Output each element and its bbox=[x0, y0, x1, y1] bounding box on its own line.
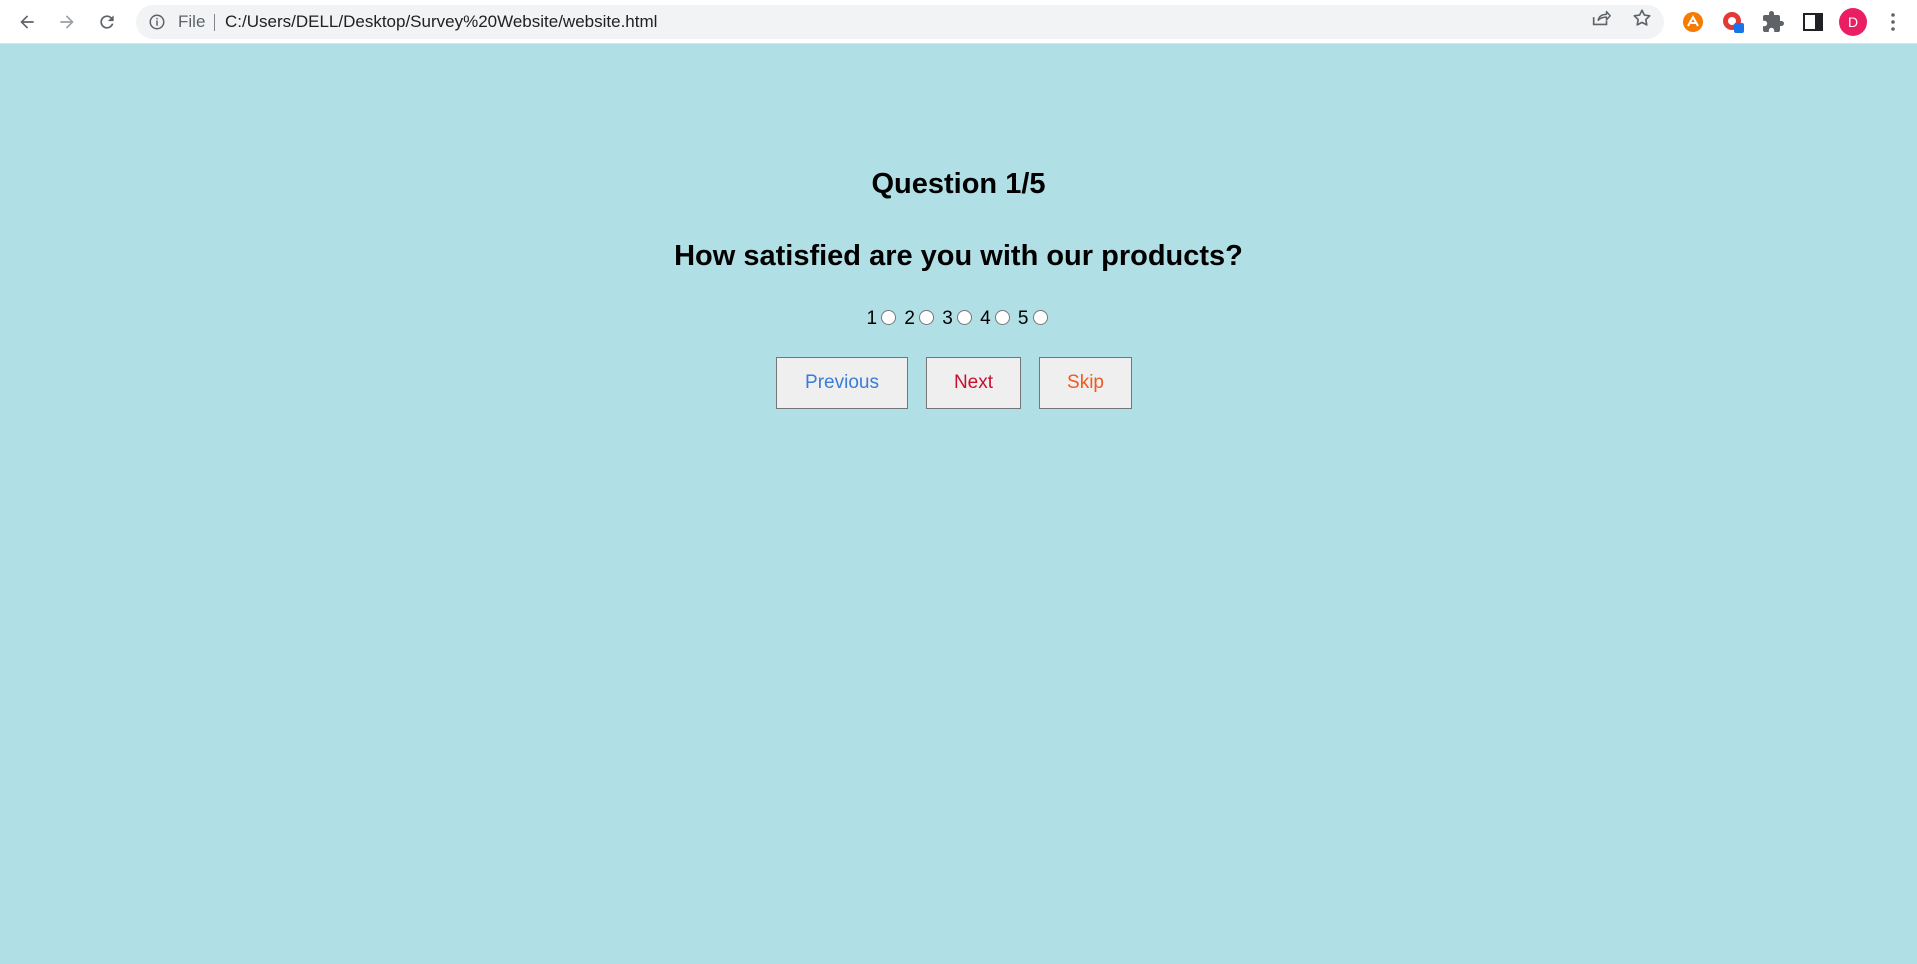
rating-radio[interactable] bbox=[881, 309, 897, 325]
rating-label: 1 bbox=[866, 308, 878, 329]
rating-option-5[interactable]: 5 bbox=[1018, 308, 1051, 330]
rating-radio[interactable] bbox=[918, 309, 934, 325]
question-counter: Question 1/5 bbox=[871, 168, 1046, 200]
rating-label: 5 bbox=[1017, 308, 1029, 329]
browser-toolbar: File C:/Users/DELL/Desktop/Survey%20Webs… bbox=[0, 0, 1917, 44]
info-icon[interactable] bbox=[148, 13, 166, 31]
url-scheme-label: File bbox=[178, 12, 206, 31]
skip-button[interactable]: Skip bbox=[1039, 357, 1132, 409]
bookmark-button[interactable] bbox=[1631, 7, 1653, 29]
rating-radio[interactable] bbox=[956, 309, 972, 325]
back-button[interactable] bbox=[12, 7, 42, 37]
rating-label: 4 bbox=[980, 308, 991, 329]
star-icon bbox=[1633, 9, 1651, 26]
previous-button[interactable]: Previous bbox=[776, 357, 908, 409]
profile-avatar[interactable]: D bbox=[1839, 8, 1867, 36]
rating-label: 2 bbox=[904, 308, 915, 329]
rating-option-3[interactable]: 3 bbox=[942, 308, 975, 330]
kebab-menu-icon bbox=[1891, 13, 1895, 31]
reload-button[interactable] bbox=[92, 7, 122, 37]
survey-navigation: Previous Next Skip bbox=[0, 357, 1917, 409]
next-button[interactable]: Next bbox=[926, 357, 1021, 409]
extension-orange-button[interactable] bbox=[1681, 10, 1705, 34]
rating-options: 1 2 3 4 5 bbox=[0, 308, 1917, 330]
red-extension-icon bbox=[1723, 12, 1744, 33]
browser-menu-button[interactable] bbox=[1881, 10, 1905, 34]
extension-red-button[interactable] bbox=[1721, 10, 1745, 34]
arrow-right-icon bbox=[60, 15, 74, 29]
reload-icon bbox=[100, 15, 114, 29]
rating-label: 3 bbox=[942, 308, 953, 329]
share-button[interactable] bbox=[1590, 7, 1612, 29]
url-text[interactable]: C:/Users/DELL/Desktop/Survey%20Website/w… bbox=[225, 5, 657, 39]
question-text: How satisfied are you with our products? bbox=[674, 240, 1243, 272]
address-bar[interactable]: File C:/Users/DELL/Desktop/Survey%20Webs… bbox=[136, 5, 1664, 39]
forward-button[interactable] bbox=[52, 7, 82, 37]
rating-radio[interactable] bbox=[1032, 309, 1048, 325]
extensions-button[interactable] bbox=[1761, 10, 1785, 34]
orange-extension-icon bbox=[1683, 12, 1703, 32]
omnibox-divider bbox=[214, 14, 215, 31]
side-panel-icon bbox=[1803, 13, 1823, 31]
arrow-left-icon bbox=[20, 15, 34, 29]
rating-option-2[interactable]: 2 bbox=[904, 308, 937, 330]
page-content: Question 1/5 How satisfied are you with … bbox=[0, 44, 1917, 964]
rating-option-4[interactable]: 4 bbox=[980, 308, 1013, 330]
rating-radio[interactable] bbox=[994, 309, 1010, 325]
side-panel-button[interactable] bbox=[1801, 10, 1825, 34]
puzzle-icon bbox=[1763, 11, 1784, 32]
share-icon bbox=[1592, 10, 1611, 26]
rating-option-1[interactable]: 1 bbox=[866, 308, 899, 330]
